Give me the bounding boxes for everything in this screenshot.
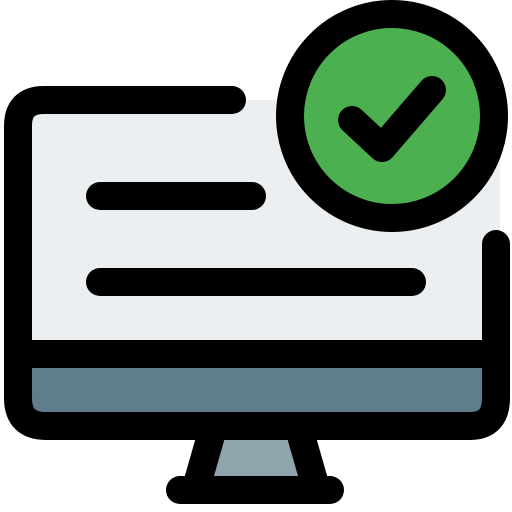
monitor-check-svg	[4, 0, 510, 504]
monitor-bezel	[32, 368, 484, 412]
monitor-check-icon	[0, 0, 512, 512]
